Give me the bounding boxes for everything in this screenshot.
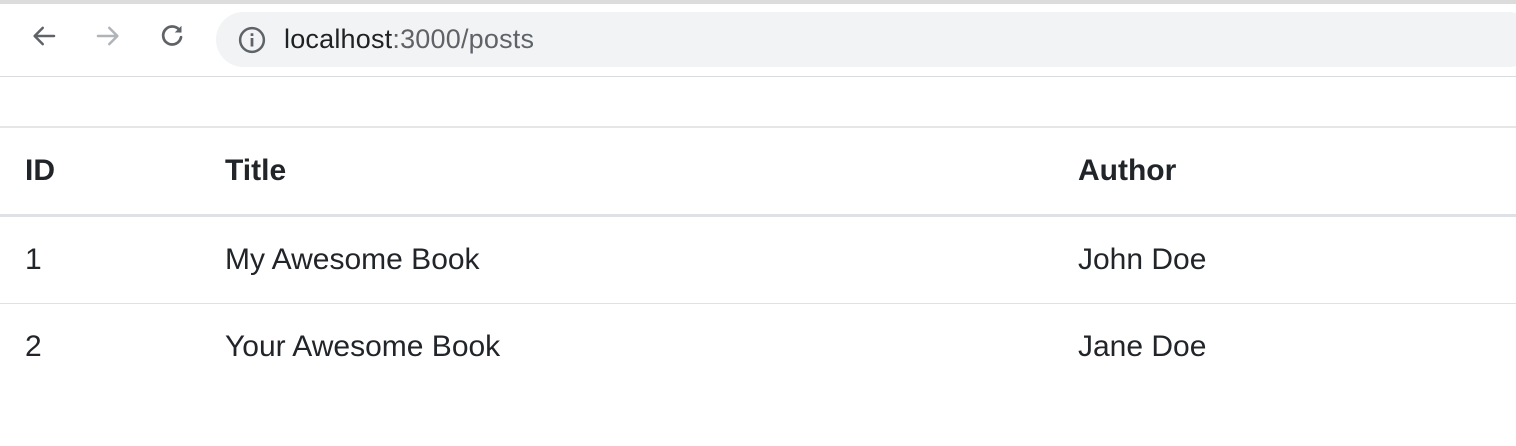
cell-author: John Doe (1078, 242, 1207, 276)
reload-icon (161, 25, 183, 46)
cell-title: My Awesome Book (225, 242, 480, 276)
table-row: 2 Your Awesome Book Jane Doe (0, 303, 1516, 391)
browser-toolbar: localhost:3000/posts (0, 4, 1516, 77)
site-info-button[interactable] (236, 24, 268, 56)
arrow-right-icon (96, 26, 119, 46)
posts-table: ID Title Author 1 My Awesome Book John D… (0, 126, 1516, 391)
table-row: 1 My Awesome Book John Doe (0, 215, 1516, 303)
arrow-left-icon (33, 26, 56, 46)
reload-button[interactable] (154, 18, 190, 54)
table-body: 1 My Awesome Book John Doe 2 Your Awesom… (0, 215, 1516, 391)
address-bar[interactable]: localhost:3000/posts (216, 12, 1516, 67)
info-icon (238, 26, 266, 53)
column-header-title: Title (225, 153, 287, 187)
back-button[interactable] (26, 18, 62, 54)
url-path: :3000/posts (392, 24, 535, 54)
cell-author: Jane Doe (1078, 330, 1207, 364)
column-header-id: ID (25, 153, 55, 187)
url-text[interactable]: localhost:3000/posts (284, 24, 534, 55)
cell-id: 1 (25, 242, 42, 276)
column-header-author: Author (1078, 153, 1177, 187)
url-host: localhost (284, 24, 393, 54)
cell-title: Your Awesome Book (225, 330, 501, 364)
table-header: ID Title Author (0, 127, 1516, 215)
forward-button[interactable] (90, 18, 126, 54)
header-row: ID Title Author (0, 127, 1516, 215)
cell-id: 2 (25, 330, 42, 364)
